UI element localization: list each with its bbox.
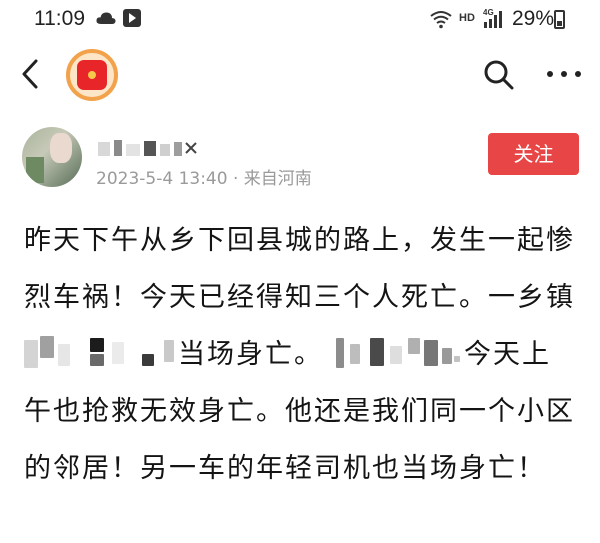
redaction-block — [408, 338, 420, 354]
search-icon — [484, 60, 514, 90]
close-mark-icon — [185, 142, 197, 154]
redaction-block — [370, 338, 384, 366]
post-text: 的邻居！另一车的年轻司机也当场身亡！ — [24, 453, 546, 484]
author-name-redacted[interactable] — [96, 136, 206, 160]
post-line: 昨天下午从乡下回县城的路上，发生一起惨 — [24, 212, 580, 269]
redaction-block — [164, 340, 174, 362]
post-body: 昨天下午从乡下回县城的路上，发生一起惨 烈车祸！今天已经得知三个人死亡。一乡镇 … — [24, 212, 580, 497]
post-detail-screen: 11:09 HD 4G 29% 2023-5-4 13:40 · 来自河南 关注… — [0, 0, 600, 543]
post-text: 今天上 — [464, 339, 551, 370]
red-envelope-icon — [77, 60, 107, 90]
redaction-block — [424, 340, 438, 366]
wifi-icon — [430, 11, 452, 29]
redaction-block — [58, 344, 70, 366]
post-line-redacted: 当场身亡。 今天上 — [24, 326, 580, 383]
redaction-block — [90, 354, 104, 366]
app-logo[interactable] — [66, 49, 118, 101]
status-bar: 11:09 HD 4G 29% — [0, 0, 600, 40]
redaction-block — [390, 346, 402, 364]
redaction-block — [112, 342, 124, 364]
cloud-icon — [96, 12, 116, 24]
chevron-left-icon — [22, 59, 38, 89]
back-button[interactable] — [14, 54, 50, 94]
more-horizontal-icon — [547, 71, 581, 77]
network-type-label: 4G — [483, 8, 494, 17]
app-notification-icon — [123, 9, 141, 27]
post-text: 烈车祸！今天已经得知三个人死亡。一乡镇 — [24, 282, 575, 313]
post-line: 的邻居！另一车的年轻司机也当场身亡！ — [24, 440, 580, 497]
redaction-block — [454, 356, 460, 362]
post-line: 午也抢救无效身亡。他还是我们同一个小区 — [24, 383, 580, 440]
redaction-block — [142, 354, 154, 366]
search-button[interactable] — [482, 58, 516, 92]
post-text: 午也抢救无效身亡。他还是我们同一个小区 — [24, 396, 575, 427]
post-text: 昨天下午从乡下回县城的路上，发生一起惨 — [24, 225, 575, 256]
follow-button[interactable]: 关注 — [488, 133, 579, 175]
battery-icon — [554, 10, 565, 29]
redaction-block — [40, 336, 54, 358]
signal-icon: 4G — [483, 8, 502, 28]
redaction-block — [350, 344, 360, 364]
post-meta: 2023-5-4 13:40 · 来自河南 — [96, 169, 312, 189]
redaction-block — [24, 340, 38, 368]
battery-percent: 29% — [512, 7, 555, 30]
hd-indicator: HD — [459, 12, 475, 24]
status-time: 11:09 — [34, 7, 85, 30]
redaction-block — [442, 348, 452, 364]
redaction-block — [336, 338, 344, 368]
post-line: 烈车祸！今天已经得知三个人死亡。一乡镇 — [24, 269, 580, 326]
post-text: 当场身亡。 — [178, 339, 323, 370]
more-options-button[interactable] — [546, 66, 582, 82]
redaction-block — [90, 338, 104, 352]
author-avatar[interactable] — [22, 127, 82, 187]
